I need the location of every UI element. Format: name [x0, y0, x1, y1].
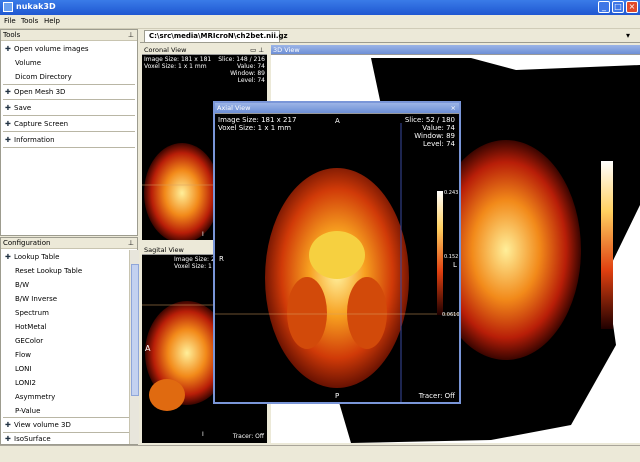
expand-icon: ✚: [5, 421, 11, 429]
config-item-loni2[interactable]: LONI2: [15, 379, 36, 387]
tools-panel-title: Tools: [3, 31, 21, 39]
window-title: nukak3D: [16, 2, 56, 11]
title-bar: nukak3D _ □ ×: [0, 0, 640, 15]
close-button[interactable]: ×: [626, 1, 638, 13]
divider: [3, 84, 135, 85]
axial-window: Window: 89: [414, 132, 455, 140]
axial-label-anterior: A: [335, 117, 340, 125]
axial-label-right: R: [219, 255, 224, 263]
tools-item-information[interactable]: ✚ Information: [5, 136, 55, 144]
divider: [3, 417, 135, 418]
tab-line: [140, 42, 640, 43]
tools-item-volume[interactable]: Volume: [15, 59, 41, 67]
axial-level: Level: 74: [423, 140, 455, 148]
3d-colorbar: [601, 161, 613, 329]
tools-item-capture[interactable]: ✚ Capture Screen: [5, 120, 68, 128]
divider: [3, 131, 135, 132]
config-item-loni[interactable]: LONI: [15, 365, 31, 373]
coronal-slice: Slice: 148 / 216: [218, 56, 265, 63]
minimize-button[interactable]: _: [598, 1, 610, 13]
scrollbar-thumb[interactable]: [131, 264, 139, 396]
axial-label-left: L: [453, 261, 457, 269]
sagital-tracer: Tracer: Off: [232, 433, 264, 440]
tools-item-dicom[interactable]: Dicom Directory: [15, 73, 72, 81]
axial-slice: Slice: 52 / 180: [404, 116, 455, 124]
axial-scale-mid: 0.152: [444, 254, 459, 260]
config-item-asymmetry[interactable]: Asymmetry: [15, 393, 55, 401]
axial-voxel-size: Voxel Size: 1 x 1 mm: [218, 124, 292, 132]
tools-item-save[interactable]: ✚ Save: [5, 104, 31, 112]
axial-colorbar: [437, 191, 443, 315]
coronal-image-size: Image Size: 181 x 181: [144, 56, 212, 63]
tab-menu-icon[interactable]: ▾: [626, 31, 630, 40]
divider: [3, 432, 135, 433]
3d-scale-min: 0.0610: [617, 323, 638, 330]
config-item-gecolor[interactable]: GEColor: [15, 337, 43, 345]
tools-panel-header: Tools ⊥: [1, 30, 137, 41]
axial-value: Value: 74: [422, 124, 455, 132]
coronal-voxel-size: Voxel Size: 1 x 1 mm: [144, 63, 207, 70]
app-icon: [3, 2, 13, 12]
configuration-panel-header: Configuration ⊥: [1, 238, 137, 249]
config-item-bw-inverse[interactable]: B/W Inverse: [15, 295, 57, 303]
axial-image-size: Image Size: 181 x 217: [218, 116, 297, 124]
coronal-level: Level: 74: [237, 77, 265, 84]
config-item-hotmetal[interactable]: HotMetal: [15, 323, 47, 331]
divider: [3, 147, 135, 148]
coronal-window: Window: 89: [230, 70, 265, 77]
expand-icon: ✚: [5, 120, 11, 128]
menu-tools[interactable]: Tools: [21, 17, 38, 25]
maximize-button[interactable]: □: [612, 1, 624, 13]
axial-label-posterior: P: [335, 392, 340, 400]
expand-icon: ✚: [5, 435, 11, 443]
config-item-spectrum[interactable]: Spectrum: [15, 309, 49, 317]
document-tab[interactable]: C:\src\media\MRIcroN\ch2bet.nii.gz: [144, 30, 288, 42]
config-item-reset-lookup[interactable]: Reset Lookup Table: [15, 267, 82, 275]
expand-icon: ✚: [5, 253, 11, 261]
pin-icon[interactable]: ⊥: [128, 31, 134, 39]
tools-panel: Tools ⊥ ✚ Open volume images Volume Dicom…: [0, 29, 138, 236]
axial-view[interactable]: Axial View × Image Size: 181 x 217 Voxel …: [213, 101, 461, 404]
expand-icon: ✚: [5, 88, 11, 96]
tools-item-open-mesh[interactable]: ✚ Open Mesh 3D: [5, 88, 65, 96]
divider: [3, 115, 135, 116]
config-item-p-value[interactable]: P-Value: [15, 407, 40, 415]
config-item-bw[interactable]: B/W: [15, 281, 29, 289]
sagital-label-anterior: A: [145, 344, 151, 353]
axial-scale-top: 0.243: [444, 190, 459, 196]
axial-tracer: Tracer: Off: [418, 392, 455, 400]
axial-scale-bottom: 0.0610: [442, 312, 460, 318]
menu-bar: File Tools Help: [0, 15, 640, 29]
sagital-label-inferior: I: [202, 431, 204, 438]
coronal-label-inferior: I: [202, 231, 204, 238]
divider: [3, 99, 135, 100]
coronal-value: Value: 74: [236, 63, 265, 70]
configuration-panel-title: Configuration: [3, 239, 51, 247]
config-item-isosurface[interactable]: ✚ IsoSurface: [5, 435, 51, 443]
pin-icon[interactable]: ⊥: [128, 239, 134, 247]
menu-file[interactable]: File: [4, 17, 16, 25]
expand-icon: ✚: [5, 45, 11, 53]
status-bar: [0, 445, 640, 462]
config-item-flow[interactable]: Flow: [15, 351, 31, 359]
config-item-lookup-table[interactable]: ✚ Lookup Table: [5, 253, 59, 261]
configuration-panel: Configuration ⊥ ✚ Lookup Table Reset Look…: [0, 237, 139, 445]
config-item-view-volume-3d[interactable]: ✚ View volume 3D: [5, 421, 71, 429]
expand-icon: ✚: [5, 136, 11, 144]
expand-icon: ✚: [5, 104, 11, 112]
scrollbar[interactable]: [129, 250, 139, 444]
tools-item-open-volume[interactable]: ✚ Open volume images: [5, 45, 89, 53]
menu-help[interactable]: Help: [44, 17, 60, 25]
